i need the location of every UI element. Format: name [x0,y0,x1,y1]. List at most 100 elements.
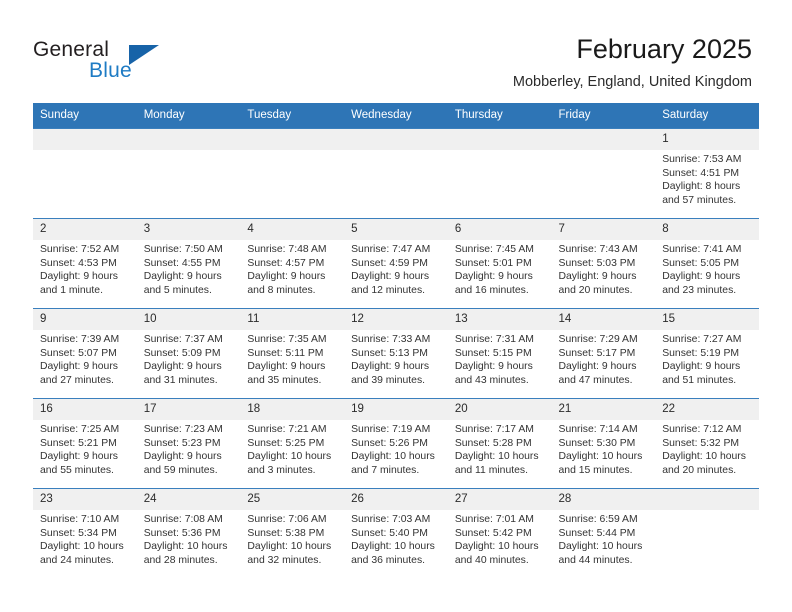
calendar-day-cell-empty [655,488,759,578]
day-number: 21 [551,399,656,420]
day-sun-info-line: Sunset: 5:44 PM [558,527,636,539]
calendar-day-cell[interactable]: 26 Sunrise: 7:03 AM Sunset: 5:40 PM Dayligh… [344,488,448,578]
calendar-day-cell[interactable]: 15 Sunrise: 7:27 AM Sunset: 5:19 PM Dayligh… [655,308,759,399]
day-sun-info-line: and 1 minute. [40,284,103,296]
day-sun-info-line: Sunrise: 7:03 AM [351,514,431,525]
calendar-day-cell[interactable]: 6 Sunrise: 7:45 AM Sunset: 5:01 PM Daylight… [447,218,552,309]
day-sun-info-line: Daylight: 9 hours [40,271,118,283]
day-sun-info-line: Daylight: 9 hours [40,451,118,463]
calendar-day-cell-empty [447,128,552,219]
day-sun-info: Sunrise: 7:10 AM Sunset: 5:34 PM Daylight:… [33,510,137,567]
weekday-header-friday: Friday [551,103,656,129]
day-sun-info-line: Daylight: 10 hours [351,451,435,463]
calendar-header-row: Sunday Monday Tuesday Wednesday Thursday Frid… [33,103,759,129]
calendar-day-cell-empty [551,128,656,219]
calendar-day-cell[interactable]: 23 Sunrise: 7:10 AM Sunset: 5:34 PM Dayligh… [33,488,137,578]
day-sun-info: Sunrise: 7:14 AM Sunset: 5:30 PM Daylight:… [552,420,656,477]
day-number: 8 [655,219,759,240]
day-sun-info: Sunrise: 7:27 AM Sunset: 5:19 PM Daylight:… [655,330,759,387]
calendar-day-cell[interactable]: 5 Sunrise: 7:47 AM Sunset: 4:59 PM Daylight… [344,218,448,309]
day-sun-info-line: Sunset: 5:38 PM [247,527,325,539]
calendar-day-cell[interactable]: 27 Sunrise: 7:01 AM Sunset: 5:42 PM Dayligh… [447,488,552,578]
calendar-day-cell[interactable]: 18 Sunrise: 7:21 AM Sunset: 5:25 PM Dayligh… [240,398,345,489]
day-sun-info-line: Sunset: 5:25 PM [247,437,325,449]
calendar-day-cell[interactable]: 16 Sunrise: 7:25 AM Sunset: 5:21 PM Dayligh… [33,398,137,489]
calendar-day-cell[interactable]: 28 Sunrise: 6:59 AM Sunset: 5:44 PM Dayligh… [551,488,656,578]
day-sun-info: Sunrise: 7:01 AM Sunset: 5:42 PM Daylight:… [448,510,552,567]
calendar-week-row: 16 Sunrise: 7:25 AM Sunset: 5:21 PM Dayligh… [33,398,759,489]
day-number: 24 [136,489,241,510]
calendar-day-cell[interactable]: 24 Sunrise: 7:08 AM Sunset: 5:36 PM Dayligh… [136,488,241,578]
weekday-header-monday: Monday [136,103,241,129]
day-sun-info-line: Sunrise: 7:12 AM [662,424,742,435]
day-sun-info: Sunrise: 7:52 AM Sunset: 4:53 PM Daylight:… [33,240,137,297]
calendar-day-cell[interactable]: 3 Sunrise: 7:50 AM Sunset: 4:55 PM Daylight… [136,218,241,309]
calendar-day-cell[interactable]: 17 Sunrise: 7:23 AM Sunset: 5:23 PM Dayligh… [136,398,241,489]
calendar-day-cell[interactable]: 7 Sunrise: 7:43 AM Sunset: 5:03 PM Daylight… [551,218,656,309]
day-sun-info-line: Sunset: 5:01 PM [454,257,532,269]
calendar-day-cell[interactable]: 8 Sunrise: 7:41 AM Sunset: 5:05 PM Daylight… [655,218,759,309]
day-number: 28 [551,489,656,510]
day-sun-info-line: Sunrise: 7:14 AM [558,424,638,435]
day-sun-info: Sunrise: 7:35 AM Sunset: 5:11 PM Daylight:… [240,330,344,387]
day-sun-info-line: Daylight: 9 hours [247,271,326,283]
day-sun-info-line: Sunrise: 7:39 AM [40,334,120,345]
day-sun-info: Sunrise: 7:41 AM Sunset: 5:05 PM Daylight:… [655,240,759,297]
day-sun-info-line: and 8 minutes. [247,284,316,296]
calendar-day-cell[interactable]: 10 Sunrise: 7:37 AM Sunset: 5:09 PM Dayligh… [136,308,241,399]
day-sun-info-line: Daylight: 10 hours [351,541,435,553]
calendar-body: 1 Sunrise: 7:53 AM Sunset: 4:51 PM Daylight… [33,128,759,578]
day-sun-info-line: Sunset: 5:17 PM [558,347,636,359]
calendar-day-cell[interactable]: 20 Sunrise: 7:17 AM Sunset: 5:28 PM Dayligh… [447,398,552,489]
day-sun-info-line: Sunset: 4:59 PM [351,257,428,269]
day-sun-info-line: Daylight: 9 hours [558,271,637,283]
calendar-week-row: 1 Sunrise: 7:53 AM Sunset: 4:51 PM Daylight… [33,128,759,219]
day-number: 12 [344,309,448,330]
day-sun-info: Sunrise: 7:19 AM Sunset: 5:26 PM Daylight:… [344,420,448,477]
day-sun-info-line: Daylight: 9 hours [143,451,222,463]
calendar-day-cell[interactable]: 22 Sunrise: 7:12 AM Sunset: 5:32 PM Dayligh… [655,398,759,489]
day-sun-info-line: and 35 minutes. [247,374,322,386]
calendar-day-cell[interactable]: 1 Sunrise: 7:53 AM Sunset: 4:51 PM Daylight… [655,128,759,219]
day-sun-info-line: Sunset: 5:36 PM [143,527,221,539]
day-sun-info-line: and 28 minutes. [143,554,218,566]
calendar-day-cell[interactable]: 11 Sunrise: 7:35 AM Sunset: 5:11 PM Dayligh… [240,308,345,399]
day-sun-info-line: Daylight: 8 hours [662,181,741,193]
day-sun-info-line: and 40 minutes. [454,554,529,566]
day-sun-info-line: Sunrise: 7:33 AM [351,334,431,345]
day-sun-info-line: Sunset: 4:57 PM [247,257,325,269]
day-sun-info-line: Daylight: 10 hours [558,451,643,463]
day-sun-info-line: Daylight: 10 hours [454,451,539,463]
page-title: February 2025 [576,34,752,64]
logo-triangle-icon [129,45,159,65]
day-number: 22 [655,399,759,420]
calendar-day-cell[interactable]: 14 Sunrise: 7:29 AM Sunset: 5:17 PM Dayligh… [551,308,656,399]
day-sun-info-line: Sunrise: 7:17 AM [454,424,534,435]
calendar-day-cell[interactable]: 25 Sunrise: 7:06 AM Sunset: 5:38 PM Dayligh… [240,488,345,578]
day-sun-info-line: and 20 minutes. [558,284,633,296]
calendar-day-cell-empty [33,128,137,219]
calendar-day-cell[interactable]: 13 Sunrise: 7:31 AM Sunset: 5:15 PM Dayligh… [447,308,552,399]
calendar-day-cell[interactable]: 2 Sunrise: 7:52 AM Sunset: 4:53 PM Daylight… [33,218,137,309]
calendar-day-cell[interactable]: 9 Sunrise: 7:39 AM Sunset: 5:07 PM Daylight… [33,308,137,399]
day-sun-info: Sunrise: 7:21 AM Sunset: 5:25 PM Daylight:… [240,420,344,477]
day-sun-info-line: and 51 minutes. [662,374,737,386]
day-sun-info-line: Sunset: 5:32 PM [662,437,740,449]
calendar-day-cell[interactable]: 19 Sunrise: 7:19 AM Sunset: 5:26 PM Dayligh… [344,398,448,489]
day-sun-info-line: Daylight: 9 hours [454,271,533,283]
weekday-header-wednesday: Wednesday [344,103,448,129]
general-blue-logo[interactable]: General Blue [33,38,263,90]
calendar-day-cell-empty [240,128,345,219]
calendar-day-cell[interactable]: 12 Sunrise: 7:33 AM Sunset: 5:13 PM Dayligh… [344,308,448,399]
day-sun-info-line: Sunrise: 7:23 AM [143,424,223,435]
day-sun-info-line: Daylight: 10 hours [40,541,124,553]
day-sun-info-line: Sunrise: 7:06 AM [247,514,327,525]
day-sun-info-line: Daylight: 9 hours [662,361,741,373]
day-number: 11 [240,309,345,330]
calendar-day-cell[interactable]: 21 Sunrise: 7:14 AM Sunset: 5:30 PM Dayligh… [551,398,656,489]
calendar-week-row: 9 Sunrise: 7:39 AM Sunset: 5:07 PM Daylight… [33,308,759,399]
day-number [344,129,448,150]
day-number: 3 [136,219,241,240]
calendar-day-cell[interactable]: 4 Sunrise: 7:48 AM Sunset: 4:57 PM Daylight… [240,218,345,309]
day-sun-info-line: and 12 minutes. [351,284,426,296]
